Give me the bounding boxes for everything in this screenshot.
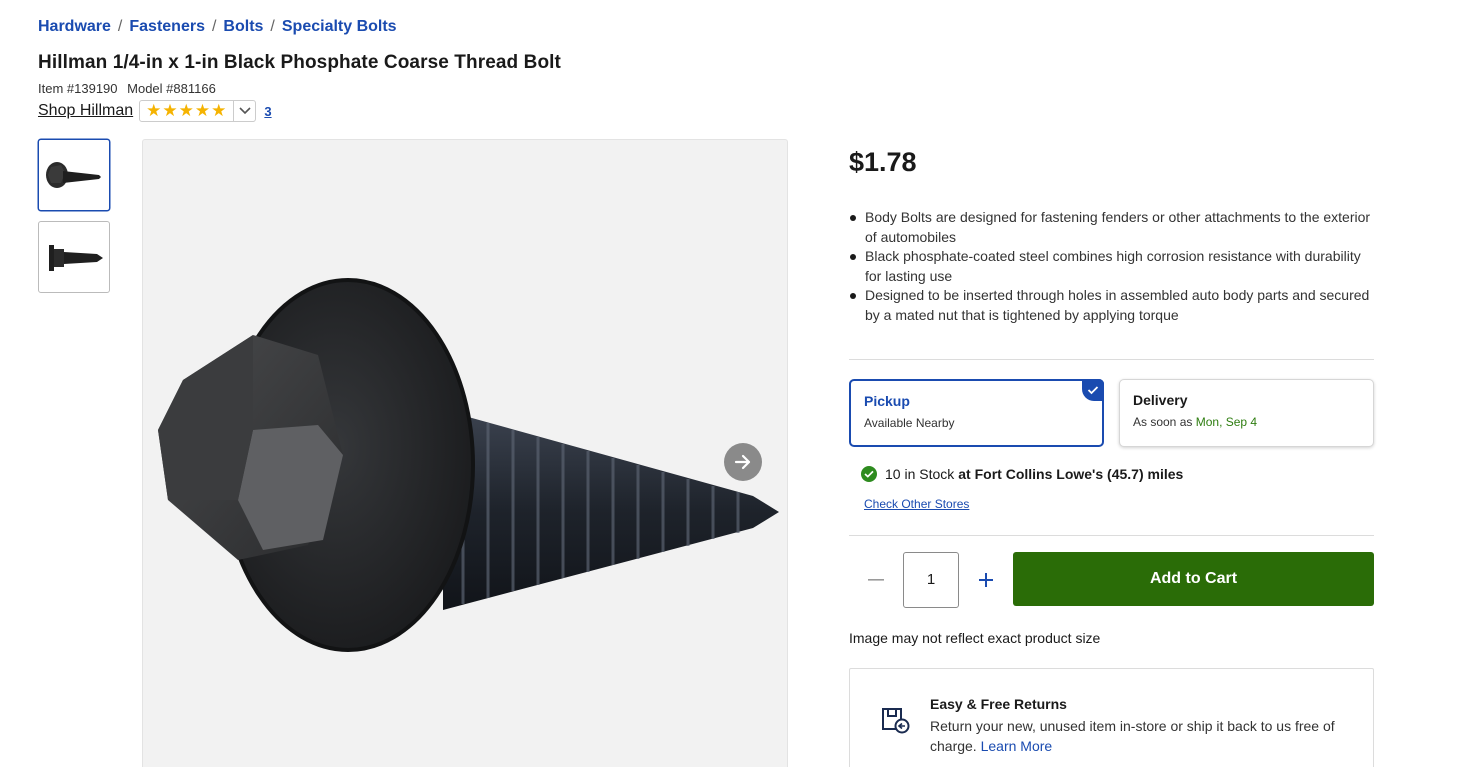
product-title: Hillman 1/4-in x 1-in Black Phosphate Co… bbox=[38, 52, 561, 73]
gallery-thumbnail-1[interactable] bbox=[38, 139, 110, 211]
stock-count: 10 in Stock bbox=[885, 466, 955, 482]
product-highlights: Body Bolts are designed for fastening fe… bbox=[849, 208, 1374, 326]
check-other-stores-link[interactable]: Check Other Stores bbox=[864, 497, 969, 511]
quantity-input[interactable]: 1 bbox=[903, 552, 959, 608]
star-rating-icon: ★★★★★ bbox=[146, 101, 228, 120]
review-count-link[interactable]: 3 bbox=[264, 104, 271, 119]
in-stock-check-icon bbox=[861, 466, 877, 482]
return-box-icon bbox=[882, 708, 910, 734]
chevron-down-icon bbox=[233, 101, 255, 121]
image-disclaimer: Image may not reflect exact product size bbox=[849, 630, 1101, 646]
breadcrumb-separator: / bbox=[270, 18, 275, 35]
breadcrumb-link-specialty-bolts[interactable]: Specialty Bolts bbox=[282, 18, 397, 36]
breadcrumb-link-fasteners[interactable]: Fasteners bbox=[129, 18, 205, 36]
highlight-item: Body Bolts are designed for fastening fe… bbox=[849, 208, 1374, 247]
breadcrumb-separator: / bbox=[117, 18, 123, 35]
returns-card: Easy & Free Returns Return your new, unu… bbox=[849, 668, 1374, 767]
returns-title: Easy & Free Returns bbox=[930, 696, 1067, 712]
quantity-increase-button[interactable] bbox=[976, 570, 996, 590]
next-image-button[interactable] bbox=[724, 443, 762, 481]
bolt-side-thumbnail bbox=[49, 245, 103, 271]
add-to-cart-button[interactable]: Add to Cart bbox=[1013, 552, 1374, 606]
delivery-date: Mon, Sep 4 bbox=[1195, 415, 1258, 429]
delivery-eta: As soon as Mon, Sep 4 bbox=[1133, 415, 1360, 429]
plus-icon bbox=[979, 573, 993, 587]
rating-dropdown[interactable]: ★★★★★ bbox=[139, 100, 257, 122]
stock-location: at Fort Collins Lowe's (45.7) miles bbox=[958, 466, 1184, 482]
breadcrumb: Hardware / Fasteners / Bolts / Specialty… bbox=[38, 18, 397, 36]
breadcrumb-link-bolts[interactable]: Bolts bbox=[223, 18, 263, 36]
pickup-option[interactable]: Pickup Available Nearby bbox=[849, 379, 1104, 447]
pickup-availability: Available Nearby bbox=[864, 416, 955, 430]
minus-icon bbox=[868, 579, 884, 581]
arrow-right-icon bbox=[734, 454, 751, 470]
model-number: Model #881166 bbox=[127, 81, 216, 96]
returns-description: Return your new, unused item in-store or… bbox=[930, 716, 1340, 756]
item-number: Item #139190 bbox=[38, 81, 118, 96]
highlight-item: Designed to be inserted through holes in… bbox=[849, 286, 1374, 325]
selected-check-icon bbox=[1082, 379, 1104, 401]
shop-brand-link[interactable]: Shop Hillman bbox=[38, 102, 133, 120]
pickup-title: Pickup bbox=[864, 393, 910, 409]
divider bbox=[849, 535, 1374, 536]
quantity-decrease-button[interactable] bbox=[866, 570, 886, 590]
breadcrumb-link-hardware[interactable]: Hardware bbox=[38, 18, 111, 36]
highlight-item: Black phosphate-coated steel combines hi… bbox=[849, 247, 1374, 286]
bolt-angled-thumbnail bbox=[46, 162, 101, 188]
learn-more-link[interactable]: Learn More bbox=[981, 738, 1053, 754]
stock-status: 10 in Stock at Fort Collins Lowe's (45.7… bbox=[861, 466, 1183, 482]
breadcrumb-separator: / bbox=[211, 18, 217, 35]
brand-rating-row: Shop Hillman ★★★★★ 3 bbox=[38, 100, 272, 122]
product-price: $1.78 bbox=[849, 147, 917, 177]
delivery-eta-prefix: As soon as bbox=[1133, 415, 1193, 429]
gallery-thumbnail-2[interactable] bbox=[38, 221, 110, 293]
delivery-option[interactable]: Delivery As soon as Mon, Sep 4 bbox=[1119, 379, 1374, 447]
main-product-image bbox=[142, 139, 788, 767]
delivery-title: Delivery bbox=[1133, 392, 1188, 408]
divider bbox=[849, 359, 1374, 360]
product-identifiers: Item #139190 Model #881166 bbox=[38, 81, 216, 96]
bolt-product-image bbox=[158, 278, 779, 652]
